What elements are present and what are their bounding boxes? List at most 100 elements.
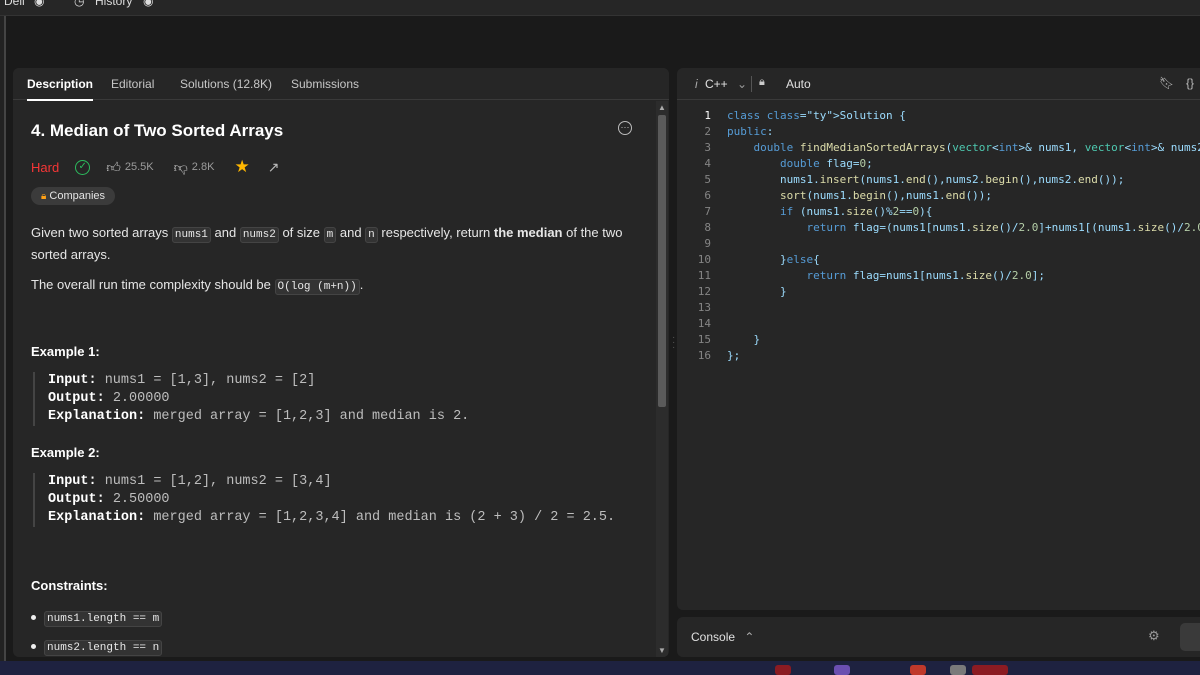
run-button[interactable]: [1180, 623, 1200, 651]
console-toggle[interactable]: Console ⌃: [691, 630, 754, 644]
input-value: nums1 = [1,2], nums2 = [3,4]: [96, 474, 332, 489]
code-line[interactable]: 13: [677, 300, 711, 316]
desc-text: Given two sorted arrays: [31, 225, 172, 240]
code-line[interactable]: 4 double flag=0;: [677, 156, 872, 172]
circle-icon-2[interactable]: ◉: [143, 0, 153, 8]
line-number: 8: [704, 221, 711, 234]
desc-text: respectively, return: [377, 225, 494, 240]
history-label[interactable]: History: [95, 0, 132, 8]
output-value: 2.00000: [104, 391, 170, 406]
desc-text: and: [210, 225, 240, 240]
code-line[interactable]: 6 sort(nums1.begin(),nums1.end());: [677, 188, 992, 204]
dislikes-count: 2.8K: [191, 161, 215, 173]
thumbs-up-icon[interactable]: 👍︎: [106, 159, 121, 176]
solved-check-icon: ✓: [75, 159, 91, 175]
line-number: 4: [704, 157, 711, 170]
code-line[interactable]: 15 }: [677, 332, 760, 348]
companies-chip[interactable]: 🔒︎ Companies: [31, 187, 116, 205]
code-line[interactable]: 14: [677, 316, 711, 332]
taskbar-app-icon[interactable]: [834, 665, 850, 675]
lock-icon: 🔒︎: [41, 191, 47, 202]
output-label: Output:: [48, 492, 105, 507]
lock-icon: 🔒︎: [759, 76, 765, 88]
line-code: class class="ty">Solution {: [727, 109, 906, 122]
line-number: 15: [697, 333, 711, 346]
output-label: Output:: [48, 391, 105, 406]
taskbar-app-icon[interactable]: [950, 665, 966, 675]
share-icon[interactable]: ↗: [268, 159, 280, 176]
input-label: Input:: [48, 474, 97, 489]
code-line[interactable]: 11 return flag=nums1[nums1.size()/2.0];: [677, 268, 1045, 284]
os-taskbar: [0, 661, 1200, 675]
constraint-item: nums2.length == n: [31, 639, 163, 656]
constraint-item: nums1.length == m: [31, 610, 163, 627]
tab-description[interactable]: Description: [27, 77, 94, 101]
description-scrollbar[interactable]: ▲ ▼: [656, 101, 668, 657]
line-number: 6: [704, 189, 711, 202]
scroll-up-icon[interactable]: ▲: [658, 103, 666, 112]
panel-resize-handle[interactable]: · · ·: [672, 333, 675, 353]
inline-code: nums1: [171, 227, 211, 243]
thumbs-down-icon[interactable]: 👎︎: [174, 159, 188, 176]
example-1-block: Input: nums1 = [1,3], nums2 = [2] Output…: [33, 372, 469, 426]
code-line[interactable]: 3 double findMedianSortedArrays(vector<i…: [677, 140, 1200, 156]
code-area[interactable]: 1 class class="ty">Solution {2 public: 3 do…: [677, 108, 1200, 364]
taskbar-app-icon[interactable]: [972, 665, 1008, 675]
taskbar-app-icon[interactable]: [910, 665, 926, 675]
browser-top-bar: Dell ◉ ◷ History ◉: [0, 0, 1200, 16]
taskbar-app-icon[interactable]: [775, 665, 791, 675]
left-strip: [0, 16, 6, 661]
code-line[interactable]: 9: [677, 236, 711, 252]
braces-icon[interactable]: {}: [1186, 76, 1194, 90]
description-content: 4. Median of Two Sorted Arrays ⋯ Hard ✓ …: [13, 101, 655, 657]
code-editor-panel: i C++ ⌄ 🔒︎ Auto 🔖︎ {} 1 class class="ty">…: [677, 68, 1200, 610]
line-number: 16: [697, 349, 711, 362]
code-line[interactable]: 12 }: [677, 284, 787, 300]
line-code: double findMedianSortedArrays(vector<int…: [753, 141, 1200, 154]
input-value: nums1 = [1,3], nums2 = [2]: [96, 373, 316, 388]
line-number: 5: [704, 173, 711, 186]
line-number: 12: [697, 285, 711, 298]
problem-description: Given two sorted arrays nums1 and nums2 …: [31, 223, 646, 265]
problem-meta: Hard ✓ 👍︎ 25.5K 👎︎ 2.8K ★ ↗: [31, 157, 279, 177]
mode-label[interactable]: Auto: [786, 77, 811, 91]
output-value: 2.50000: [104, 492, 170, 507]
circle-icon[interactable]: ◉: [34, 0, 44, 8]
code-line[interactable]: 2 public:: [677, 124, 773, 140]
code-line[interactable]: 10 }else{: [677, 252, 820, 268]
tab-editorial[interactable]: Editorial: [111, 77, 154, 91]
bookmark-icon[interactable]: 🔖︎: [1159, 76, 1174, 90]
scroll-down-icon[interactable]: ▼: [658, 646, 666, 655]
chevron-down-icon: ⌄: [737, 77, 748, 91]
tab-submissions[interactable]: Submissions: [291, 77, 359, 91]
console-label: Console: [691, 630, 736, 644]
code-line[interactable]: 1 class class="ty">Solution {: [677, 108, 905, 124]
scrollbar-thumb[interactable]: [658, 115, 666, 407]
line-number: 3: [704, 141, 711, 154]
history-icon[interactable]: ◷: [74, 0, 84, 8]
code-line[interactable]: 8 return flag=(nums1[nums1.size()/2.0]+n…: [677, 220, 1200, 236]
constraint-code: nums1.length == m: [44, 611, 163, 627]
language-select[interactable]: C++ ⌄: [705, 77, 747, 91]
line-code: nums1.insert(nums1.end(),nums2.begin(),n…: [727, 173, 1125, 186]
example-2-block: Input: nums1 = [1,2], nums2 = [3,4] Outp…: [33, 473, 615, 527]
inline-code: n: [365, 227, 378, 243]
example-2-heading: Example 2:: [31, 445, 100, 460]
desc-text: The overall run time complexity should b…: [31, 277, 275, 292]
notes-icon[interactable]: ⋯: [618, 121, 632, 135]
code-line[interactable]: 16};: [677, 348, 741, 364]
line-code: sort(nums1.begin(),nums1.end());: [779, 189, 992, 202]
tab-solutions[interactable]: Solutions (12.8K): [180, 77, 272, 91]
line-code: };: [727, 349, 741, 362]
code-line[interactable]: 5 nums1.insert(nums1.end(),nums2.begin()…: [677, 172, 1124, 188]
example-1-heading: Example 1:: [31, 344, 100, 359]
difficulty-badge: Hard: [31, 159, 60, 175]
explanation-value: merged array = [1,2,3,4] and median is (…: [145, 510, 616, 525]
star-icon[interactable]: ★: [234, 157, 249, 177]
code-line[interactable]: 7 if (nums1.size()%2==0){: [677, 204, 932, 220]
line-code: if (nums1.size()%2==0){: [779, 205, 933, 218]
debug-icon[interactable]: ⚙: [1148, 628, 1160, 644]
top-left-label: Dell: [4, 0, 25, 8]
line-number: 14: [697, 317, 711, 330]
explanation-label: Explanation:: [48, 409, 146, 424]
